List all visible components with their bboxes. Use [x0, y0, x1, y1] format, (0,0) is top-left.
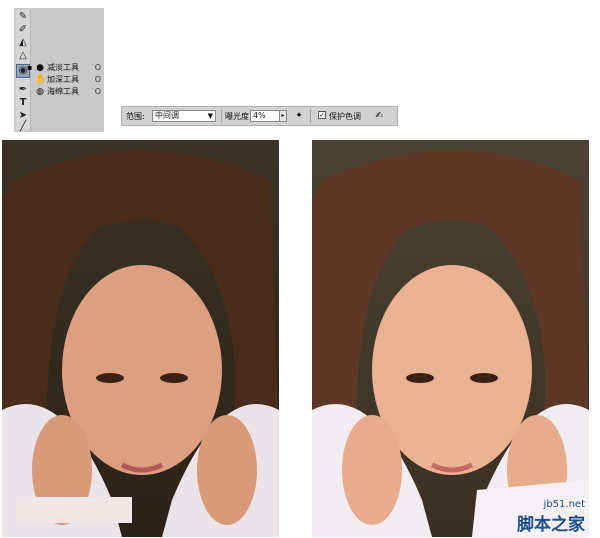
- selected-bullet-icon: ▪: [27, 63, 33, 72]
- exposure-input[interactable]: 4%: [250, 110, 280, 122]
- divider: [310, 109, 311, 123]
- portrait-image: [312, 140, 589, 537]
- history-brush-icon[interactable]: ✐: [17, 24, 29, 36]
- watermark-site: jb51.net: [543, 499, 585, 510]
- site-watermark: jb51.net 脚本之家: [485, 495, 589, 537]
- shortcut-key: O: [94, 87, 101, 96]
- exposure-stepper[interactable]: ▸: [279, 110, 287, 122]
- burn-icon: ✋: [35, 75, 47, 85]
- protect-tones-label: 保护色调: [329, 112, 361, 121]
- shortcut-key: O: [94, 75, 101, 84]
- protect-tones-checkbox[interactable]: ✓: [318, 111, 326, 119]
- chevron-down-icon: ▼: [207, 112, 213, 120]
- range-label: 范围:: [126, 112, 145, 121]
- sponge-icon: ◍: [36, 87, 44, 97]
- pen-icon[interactable]: ✒: [17, 84, 29, 96]
- flyout-item-label: 海绵工具: [47, 87, 79, 96]
- exposure-value: 4%: [253, 111, 266, 120]
- flyout-item-label: 加深工具: [47, 75, 79, 84]
- flyout-item-burn[interactable]: ✋ 加深工具 O: [33, 74, 103, 86]
- brush-icon[interactable]: ✎: [17, 11, 29, 23]
- airbrush-icon[interactable]: ✦: [293, 110, 305, 122]
- tablet-pressure-icon[interactable]: ✍: [373, 110, 385, 122]
- type-icon[interactable]: T: [17, 97, 29, 109]
- tool-flyout-menu: ▪ ● 减淡工具 O ✋ 加深工具 O ◍ 海绵工具 O: [27, 62, 103, 104]
- blur-icon[interactable]: △: [17, 50, 29, 62]
- divider: [221, 109, 222, 123]
- line-icon[interactable]: ╱: [17, 121, 29, 133]
- before-photo: [2, 140, 279, 537]
- shortcut-key: O: [94, 63, 101, 72]
- dodge-icon: ●: [36, 63, 44, 73]
- range-select[interactable]: 中间调 ▼: [152, 110, 216, 122]
- flyout-item-sponge[interactable]: ◍ 海绵工具 O: [33, 86, 103, 98]
- exposure-label: 曝光度:: [225, 112, 252, 121]
- after-photo: jb51.net 脚本之家: [312, 140, 589, 537]
- watermark-text: 脚本之家: [517, 515, 585, 535]
- flyout-item-label: 减淡工具: [47, 63, 79, 72]
- paint-bucket-icon[interactable]: ◭: [17, 37, 29, 49]
- options-bar: 范围: 中间调 ▼ 曝光度: 4% ▸ ✦ ✓ 保护色调 ✍: [121, 106, 398, 126]
- range-value: 中间调: [155, 111, 179, 120]
- flyout-item-dodge[interactable]: ▪ ● 减淡工具 O: [27, 62, 103, 74]
- portrait-image: [2, 140, 279, 537]
